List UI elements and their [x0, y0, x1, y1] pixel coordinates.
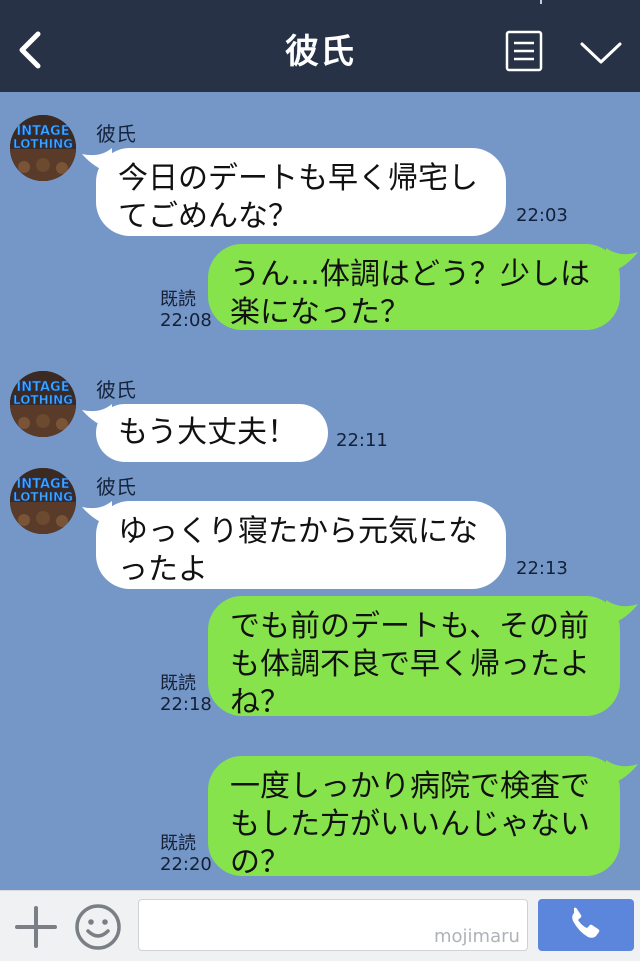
- read-receipt: 既読: [160, 833, 196, 854]
- list-icon: [505, 30, 543, 72]
- add-button[interactable]: [14, 905, 58, 949]
- contact-avatar[interactable]: INTAGE LOTHING: [10, 371, 76, 437]
- message-time: 22:13: [516, 558, 568, 579]
- chat-title: 彼氏: [285, 32, 355, 72]
- message-bubble-outgoing[interactable]: うん…体調はどう？少しは 楽になった？: [208, 244, 620, 330]
- call-button[interactable]: [538, 899, 634, 951]
- message-text: 今日のデートも早く帰宅し てごめんな？: [118, 161, 478, 234]
- message-bubble-incoming[interactable]: 今日のデートも早く帰宅し てごめんな？: [96, 148, 506, 236]
- message-bubble-outgoing[interactable]: でも前のデートも、その前 も体調不良で早く帰ったよ ね？: [208, 596, 620, 720]
- message-text: 一度しっかり病院で検査で もした方がいいんじゃない の？: [230, 769, 590, 880]
- watermark: mojimaru: [434, 926, 520, 947]
- message-text: ゆっくり寝たから元気にな ったよ: [118, 514, 478, 587]
- input-bar: [0, 890, 640, 961]
- bubble-tail: [606, 248, 638, 274]
- message-time: 22:03: [516, 205, 568, 226]
- status-indicator: [540, 0, 542, 4]
- message-time: 22:11: [336, 430, 388, 451]
- svg-text:LOTHING: LOTHING: [13, 137, 73, 151]
- plus-icon: [15, 906, 57, 948]
- message-bubble-incoming[interactable]: もう大丈夫！: [96, 404, 328, 462]
- bubble-tail: [606, 600, 638, 626]
- sender-name: 彼氏: [96, 475, 136, 499]
- message-text: でも前のデートも、その前 も体調不良で早く帰ったよ ね？: [230, 609, 590, 720]
- bubble-tail: [606, 760, 638, 786]
- message-bubble-incoming[interactable]: ゆっくり寝たから元気にな ったよ: [96, 501, 506, 589]
- collapse-button[interactable]: [578, 38, 624, 68]
- message-time: 22:20: [160, 854, 212, 875]
- svg-text:LOTHING: LOTHING: [13, 490, 73, 504]
- phone-icon: [572, 907, 600, 938]
- emoji-button[interactable]: [74, 903, 122, 951]
- message-bubble-outgoing[interactable]: 一度しっかり病院で検査で もした方がいいんじゃない の？: [208, 756, 620, 880]
- read-receipt: 既読: [160, 673, 196, 694]
- read-receipt: 既読: [160, 289, 196, 310]
- menu-button[interactable]: [505, 30, 543, 72]
- message-time: 22:08: [160, 310, 212, 331]
- message-text: もう大丈夫！: [118, 415, 298, 450]
- chevron-down-icon: [580, 42, 622, 64]
- sender-name: 彼氏: [96, 378, 136, 402]
- message-time: 22:18: [160, 694, 212, 715]
- smiley-icon: [75, 904, 121, 950]
- svg-text:LOTHING: LOTHING: [13, 393, 73, 407]
- contact-avatar[interactable]: INTAGE LOTHING: [10, 468, 76, 534]
- contact-avatar[interactable]: INTAGE LOTHING: [10, 115, 76, 181]
- sender-name: 彼氏: [96, 122, 136, 146]
- chat-header: 彼氏: [0, 0, 640, 92]
- message-text: うん…体調はどう？少しは 楽になった？: [230, 257, 590, 330]
